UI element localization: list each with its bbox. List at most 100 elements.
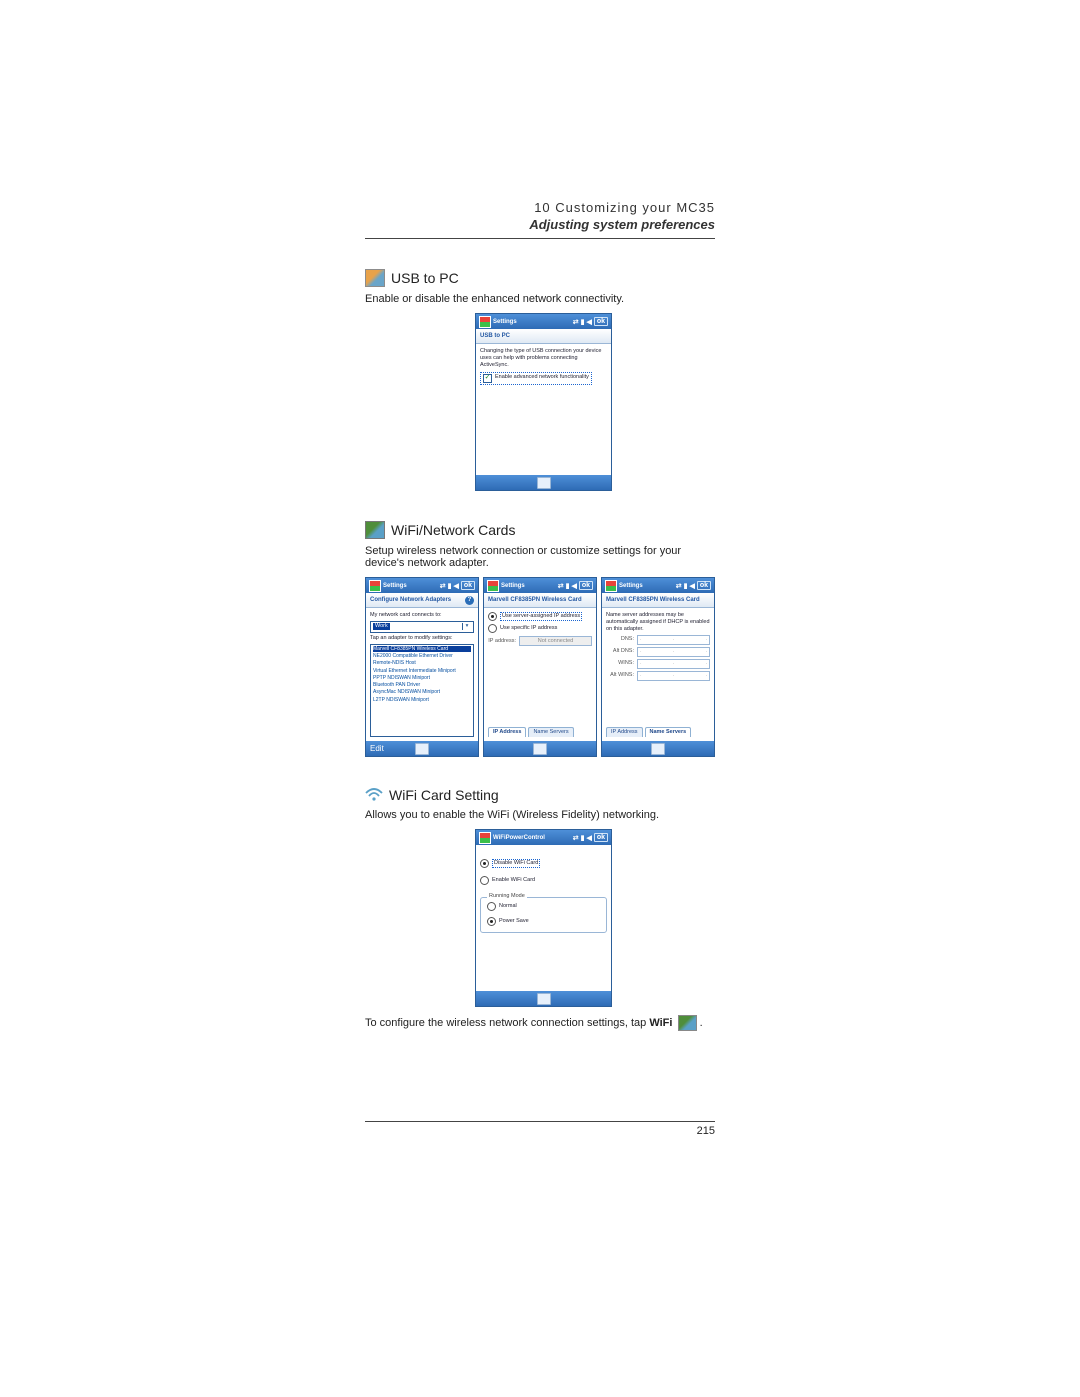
signal-icon[interactable]: ▮ [684, 582, 688, 590]
radio-label: Power Save [499, 918, 529, 925]
network-cards-desc: Setup wireless network connection or cus… [365, 545, 715, 569]
volume-icon[interactable]: ◀ [453, 582, 458, 590]
footnote-bold: WiFi [649, 1017, 672, 1029]
wifi-desc: Allows you to enable the WiFi (Wireless … [365, 809, 715, 821]
window-title: Settings [619, 583, 674, 589]
running-mode-group: Running Mode Normal Power Save [480, 897, 607, 933]
volume-icon[interactable]: ◀ [586, 834, 591, 842]
edit-button[interactable]: Edit [370, 744, 384, 753]
connectivity-icon[interactable]: ⇄ [573, 834, 579, 842]
network-cards-heading-text: WiFi/Network Cards [391, 522, 515, 538]
tab-ip-address[interactable]: IP Address [606, 727, 643, 737]
start-icon[interactable] [487, 580, 499, 592]
dns-input[interactable]: ... [637, 635, 710, 645]
signal-icon[interactable]: ▮ [581, 318, 585, 326]
volume-icon[interactable]: ◀ [571, 582, 576, 590]
radio-icon [488, 612, 497, 621]
tab-name-servers[interactable]: Name Servers [645, 727, 692, 737]
footnote-post: . [697, 1017, 703, 1029]
volume-icon[interactable]: ◀ [586, 318, 591, 326]
signal-icon[interactable]: ▮ [581, 834, 585, 842]
start-icon[interactable] [479, 316, 491, 328]
footnote-pre: To configure the wireless network connec… [365, 1017, 649, 1029]
radio-label: Use server-assigned IP address [500, 612, 582, 621]
enable-advanced-checkbox[interactable]: ✓ Enable advanced network functionality [480, 372, 592, 385]
radio-enable-wifi[interactable]: Enable WiFi Card [480, 876, 607, 885]
wifi-icon [365, 787, 383, 803]
list-item[interactable]: Remote-NDIS Host [373, 660, 471, 666]
ip-status: Not connected [519, 636, 592, 646]
radio-label: Normal [499, 903, 517, 910]
wifi-heading-text: WiFi Card Setting [389, 787, 499, 803]
signal-icon[interactable]: ▮ [566, 582, 570, 590]
checkbox-icon: ✓ [483, 374, 492, 383]
radio-normal[interactable]: Normal [487, 902, 600, 911]
dhcp-note: Name server addresses may be automatical… [606, 612, 710, 633]
panel-title: Marvell CF8385PN Wireless Card [484, 593, 596, 608]
list-item[interactable]: Bluetooth PAN Driver [373, 682, 471, 688]
altwins-input[interactable]: ... [637, 671, 710, 681]
start-icon[interactable] [479, 832, 491, 844]
radio-server-ip[interactable]: Use server-assigned IP address [488, 612, 592, 621]
list-item[interactable]: Marvell CF8385PN Wireless Card [373, 646, 471, 652]
panel-title: Marvell CF8385PN Wireless Card [602, 593, 714, 608]
window-title: Settings [383, 583, 438, 589]
adapters-screenshot: Settings ⇄ ▮ ◀ ok Configure Network Adap… [365, 577, 479, 757]
altwins-label: Alt WINS: [606, 672, 634, 679]
radio-icon [480, 859, 489, 868]
altdns-input[interactable]: ... [637, 647, 710, 657]
titlebar: Settings ⇄ ▮ ◀ ok [476, 314, 611, 329]
help-icon[interactable]: ? [465, 596, 474, 605]
list-item[interactable]: Virtual Ethernet Intermediate Miniport [373, 668, 471, 674]
radio-specific-ip[interactable]: Use specific IP address [488, 624, 592, 633]
connectivity-icon[interactable]: ⇄ [440, 582, 446, 590]
network-dest-dropdown[interactable]: Work ▾ [370, 621, 474, 633]
titlebar: Settings ⇄ ▮ ◀ ok [366, 578, 478, 593]
usb-desc: Enable or disable the enhanced network c… [365, 293, 715, 305]
radio-disable-wifi[interactable]: Disable WiFi Card [480, 859, 607, 868]
keyboard-icon[interactable] [415, 743, 429, 755]
wifi-footnote: To configure the wireless network connec… [365, 1015, 715, 1031]
tab-name-servers[interactable]: Name Servers [528, 727, 573, 737]
usb-to-pc-heading: USB to PC [365, 269, 715, 287]
ok-button[interactable]: ok [594, 317, 608, 326]
ok-button[interactable]: ok [594, 833, 608, 842]
section-title: Adjusting system preferences [365, 217, 715, 239]
nameservers-screenshot: Settings ⇄ ▮ ◀ ok Marvell CF8385PN Wirel… [601, 577, 715, 757]
keyboard-icon[interactable] [537, 477, 551, 489]
list-item[interactable]: NE2000 Compatible Ethernet Driver [373, 653, 471, 659]
ok-button[interactable]: ok [697, 581, 711, 590]
keyboard-icon[interactable] [533, 743, 547, 755]
list-item[interactable]: AsyncMac NDISWAN Miniport [373, 689, 471, 695]
wifi-settings-icon [678, 1015, 697, 1031]
fieldset-legend: Running Mode [487, 893, 527, 900]
ok-button[interactable]: ok [579, 581, 593, 590]
radio-power-save[interactable]: Power Save [487, 917, 600, 926]
signal-icon[interactable]: ▮ [448, 582, 452, 590]
wifi-setting-heading: WiFi Card Setting [365, 787, 715, 803]
keyboard-icon[interactable] [537, 993, 551, 1005]
list-item[interactable]: PPTP NDISWAN Miniport [373, 675, 471, 681]
connectivity-icon[interactable]: ⇄ [676, 582, 682, 590]
start-icon[interactable] [369, 580, 381, 592]
volume-icon[interactable]: ◀ [689, 582, 694, 590]
radio-label: Use specific IP address [500, 625, 557, 632]
radio-label: Disable WiFi Card [492, 859, 540, 868]
tab-ip-address[interactable]: IP Address [488, 727, 526, 737]
ip-label: IP address: [488, 638, 516, 645]
usb-heading-text: USB to PC [391, 270, 459, 286]
wins-input[interactable]: ... [637, 659, 710, 669]
start-icon[interactable] [605, 580, 617, 592]
connectivity-icon[interactable]: ⇄ [558, 582, 564, 590]
connectivity-icon[interactable]: ⇄ [573, 318, 579, 326]
list-item[interactable]: L2TP NDISWAN Miniport [373, 697, 471, 703]
ok-button[interactable]: ok [461, 581, 475, 590]
titlebar: Settings ⇄ ▮ ◀ ok [602, 578, 714, 593]
keyboard-icon[interactable] [651, 743, 665, 755]
body-text: Changing the type of USB connection your… [480, 348, 607, 369]
taskbar [476, 475, 611, 490]
adapter-list[interactable]: Marvell CF8385PN Wireless Card NE2000 Co… [370, 644, 474, 737]
taskbar [602, 741, 714, 756]
wins-label: WINS: [606, 660, 634, 667]
ipaddress-screenshot: Settings ⇄ ▮ ◀ ok Marvell CF8385PN Wirel… [483, 577, 597, 757]
